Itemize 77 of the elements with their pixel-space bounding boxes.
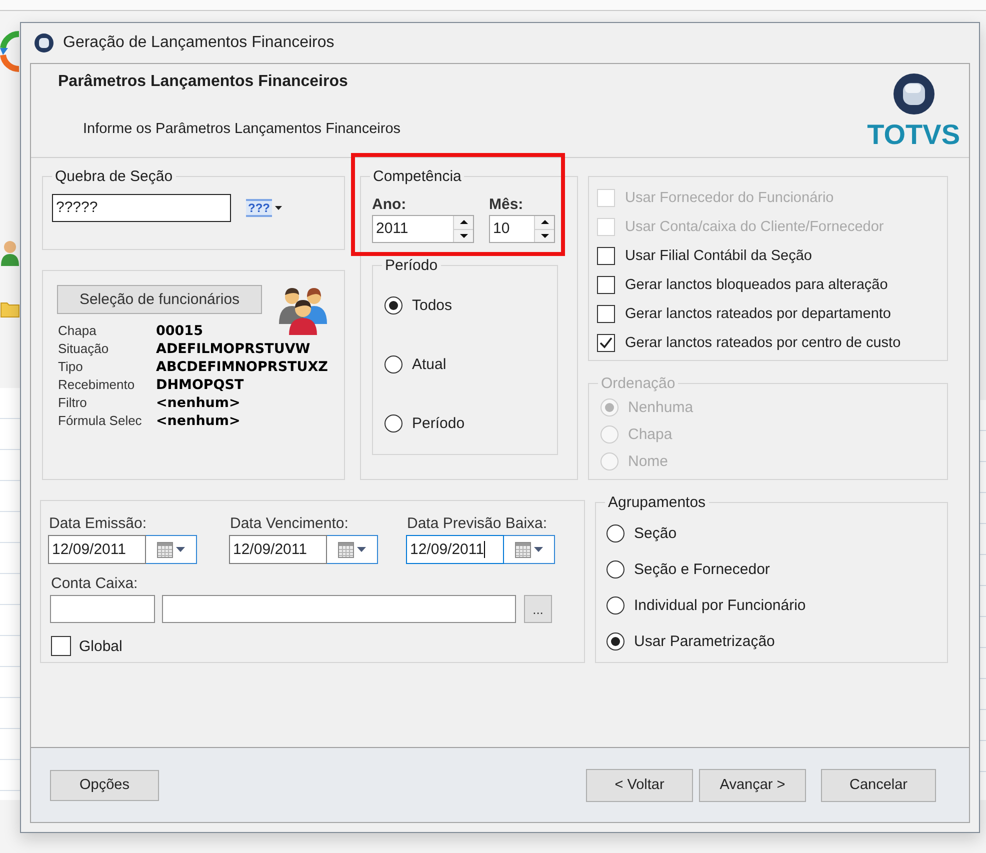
date-field[interactable]: 12/09/2011: [48, 535, 146, 564]
spin-up-button[interactable]: [454, 216, 473, 230]
circle-logo-icon: [892, 73, 935, 115]
person-icon[interactable]: [0, 239, 20, 267]
up-arrow-icon: [540, 220, 548, 224]
option-checkbox[interactable]: Usar Filial Contábil da Seção: [597, 246, 947, 266]
up-arrow-icon: [460, 220, 468, 224]
field-label: Fórmula Selec: [58, 412, 143, 430]
calendar-dropdown-button[interactable]: [146, 535, 197, 564]
caret-icon: [275, 206, 282, 210]
calendar-icon: [338, 542, 354, 558]
field-label: Data Previsão Baixa:: [406, 515, 548, 532]
group-legend: Ordenação: [598, 375, 678, 392]
down-arrow-icon: [460, 234, 468, 238]
grouping-option[interactable]: Seção e Fornecedor: [606, 559, 947, 579]
down-arrow-icon: [540, 234, 548, 238]
date-field[interactable]: 12/09/2011: [229, 535, 327, 564]
period-option[interactable]: Atual: [384, 354, 557, 374]
text-cursor-icon: [484, 541, 485, 558]
browse-button[interactable]: ...: [524, 595, 552, 623]
option-checkbox[interactable]: Gerar lanctos rateados por departamento: [597, 304, 947, 324]
logo-text: TOTVS: [867, 120, 960, 150]
window-title: Geração de Lançamentos Financeiros: [63, 34, 334, 52]
field-label: Situação: [58, 340, 110, 358]
account-code-field[interactable]: [50, 595, 155, 623]
group-legend: Período: [382, 257, 441, 274]
field-label: Ano:: [372, 196, 408, 213]
group-legend: Agrupamentos: [605, 494, 709, 511]
field-label: Mês:: [489, 196, 524, 213]
spin-box[interactable]: 10: [489, 215, 555, 243]
section-field[interactable]: ?????: [52, 194, 231, 222]
caret-icon: [357, 547, 366, 552]
spin-up-button[interactable]: [535, 216, 554, 230]
caret-icon: [534, 547, 543, 552]
field-value: ABCDEFIMNOPRSTUXZ: [156, 358, 329, 376]
calendar-dropdown-button[interactable]: [327, 535, 378, 564]
field-label: Recebimento: [58, 376, 136, 394]
field-value: <nenhum>: [156, 412, 242, 430]
wizard-button[interactable]: < Voltar: [586, 768, 693, 802]
field-value: <nenhum>: [156, 394, 242, 412]
date-field[interactable]: 12/09/2011: [406, 535, 504, 564]
field-label: Data Vencimento:: [229, 515, 350, 532]
header-title: Parâmetros Lançamentos Financeiros: [58, 72, 349, 92]
options-button[interactable]: Opções: [50, 770, 159, 800]
calendar-dropdown-button[interactable]: [504, 535, 555, 564]
folder-icon[interactable]: [0, 300, 20, 318]
grouping-option[interactable]: Individual por Funcionário: [606, 595, 947, 615]
period-option[interactable]: Período: [384, 413, 557, 433]
account-name-field[interactable]: [162, 595, 516, 623]
option-checkbox[interactable]: Gerar lanctos rateados por centro de custo: [597, 333, 947, 353]
global-checkbox[interactable]: Global: [51, 636, 122, 656]
wizard-button[interactable]: Avançar >: [699, 768, 806, 802]
spin-box[interactable]: 2011: [372, 215, 474, 243]
calendar-icon: [157, 542, 173, 558]
calendar-icon: [515, 542, 531, 558]
field-label: Conta Caixa:: [51, 575, 139, 592]
grouping-option[interactable]: Seção: [606, 523, 947, 543]
period-option[interactable]: Todos: [384, 295, 557, 315]
field-label: Data Emissão:: [48, 515, 148, 532]
option-checkbox[interactable]: Gerar lanctos bloqueados para alteração: [597, 275, 947, 295]
group-legend: Competência: [370, 168, 464, 185]
field-value: 00015: [156, 322, 204, 340]
field-label: Chapa: [58, 322, 98, 340]
field-label: Filtro: [58, 394, 88, 412]
field-value: ADEFILMOPRSTUVW: [156, 340, 312, 358]
circle-logo-icon: [34, 33, 54, 53]
spin-down-button[interactable]: [454, 230, 473, 242]
employee-selection-button[interactable]: Seleção de funcionários: [57, 285, 262, 314]
header-subtitle: Informe os Parâmetros Lançamentos Financeiros: [83, 120, 401, 138]
caret-icon: [176, 547, 185, 552]
field-value: DHMOPQST: [156, 376, 245, 394]
sync-icon[interactable]: [0, 28, 20, 74]
grouping-option[interactable]: Usar Parametrização: [606, 631, 947, 651]
wizard-button[interactable]: Cancelar: [821, 768, 936, 802]
spin-down-button[interactable]: [535, 230, 554, 242]
group-legend: Quebra de Seção: [52, 168, 176, 185]
field-label: Tipo: [58, 358, 84, 376]
